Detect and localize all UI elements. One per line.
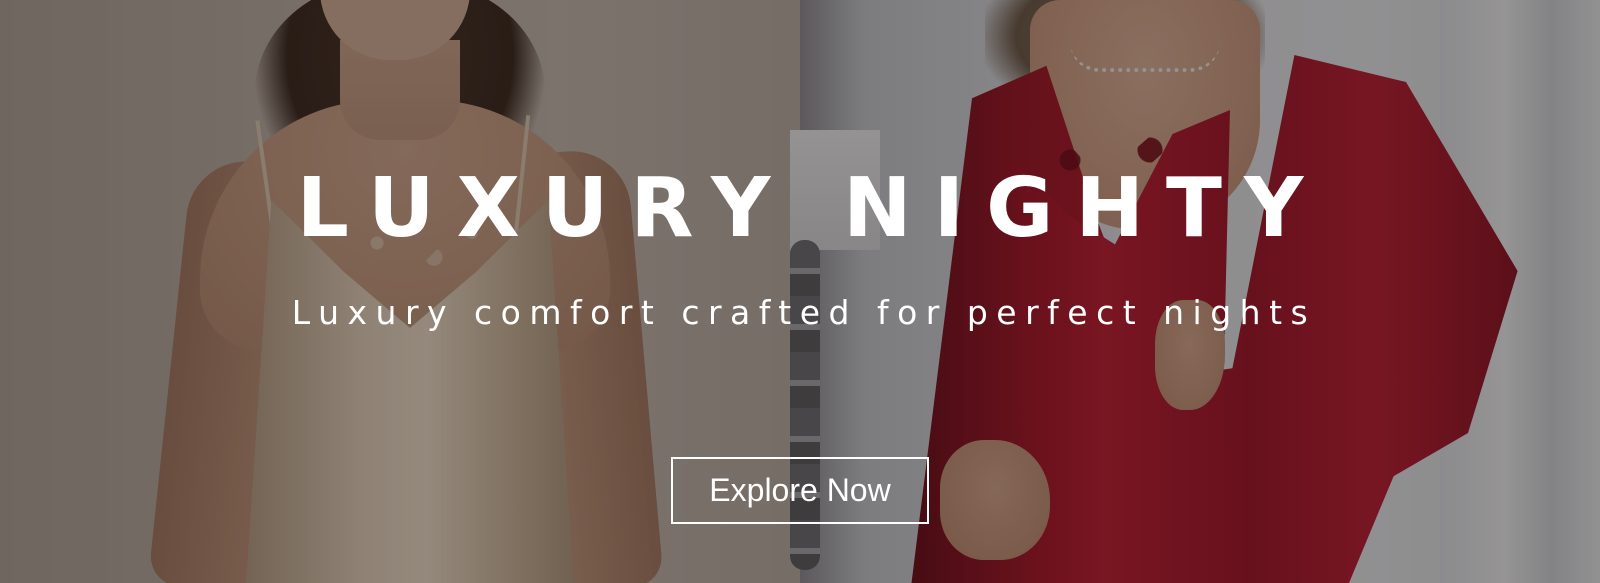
- hero-subtitle: Luxury comfort crafted for perfect night…: [291, 293, 1317, 332]
- hero-title: LUXURY NIGHTY: [296, 161, 1326, 256]
- hero-banner: LUXURY NIGHTY Luxury comfort crafted for…: [0, 0, 1600, 583]
- explore-now-button[interactable]: Explore Now: [671, 457, 929, 524]
- hero-content: LUXURY NIGHTY Luxury comfort crafted for…: [0, 0, 1600, 583]
